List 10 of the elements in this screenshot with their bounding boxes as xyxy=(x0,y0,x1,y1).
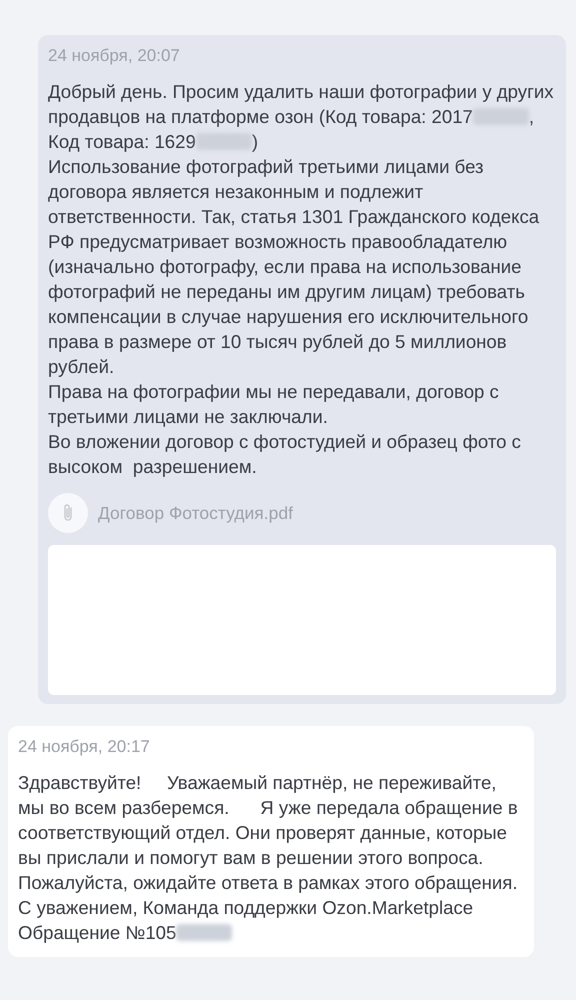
message-text: Во вложении договор с фотостудией и образец фото с высоком разрешением. xyxy=(48,430,522,479)
attachment-link[interactable]: Договор Фотостудия.pdf xyxy=(48,493,556,533)
message-text: Здравствуйте! Уважаемый партнёр, не переживайте, мы во всем разберемся. Я уже передала обращение в соответствующий отдел. Они проверят данные, которые вы прислали и помогут вам в решении этого вопроса. Пожалуйста, ожидайте ответа в рамках этого обращения. С уважением, Команда поддержки Ozon.Marketplace Обращение №105 xyxy=(18,771,519,945)
message-text: Добрый день. Просим удалить наши фотографии у других продавцов на платформе озон (Код товара: 2017 , Код товара: 1629 ) xyxy=(48,80,555,154)
message-time: 24 ноября, 20:17 xyxy=(18,736,151,758)
message-text: Использование фотографий третьими лицами без договора является незаконным и подлежит ответственности. Так, статья 1301 Гражданского кодекса РФ предусматривает возможность правообладателю (изначально фотографу, если права на использование фотографий не переданы им другим лицам) требовать компенсации в случае нарушения его исключительного права в размере от 10 тысяч рублей до 5 миллионов рублей. xyxy=(48,155,540,379)
paperclip-icon xyxy=(48,493,88,533)
message-time: 24 ноября, 20:07 xyxy=(48,45,181,67)
attachment-preview[interactable] xyxy=(48,545,556,695)
message-text: Права на фотографии мы не передавали, договор с третьими лицами не заключали. xyxy=(48,380,500,429)
